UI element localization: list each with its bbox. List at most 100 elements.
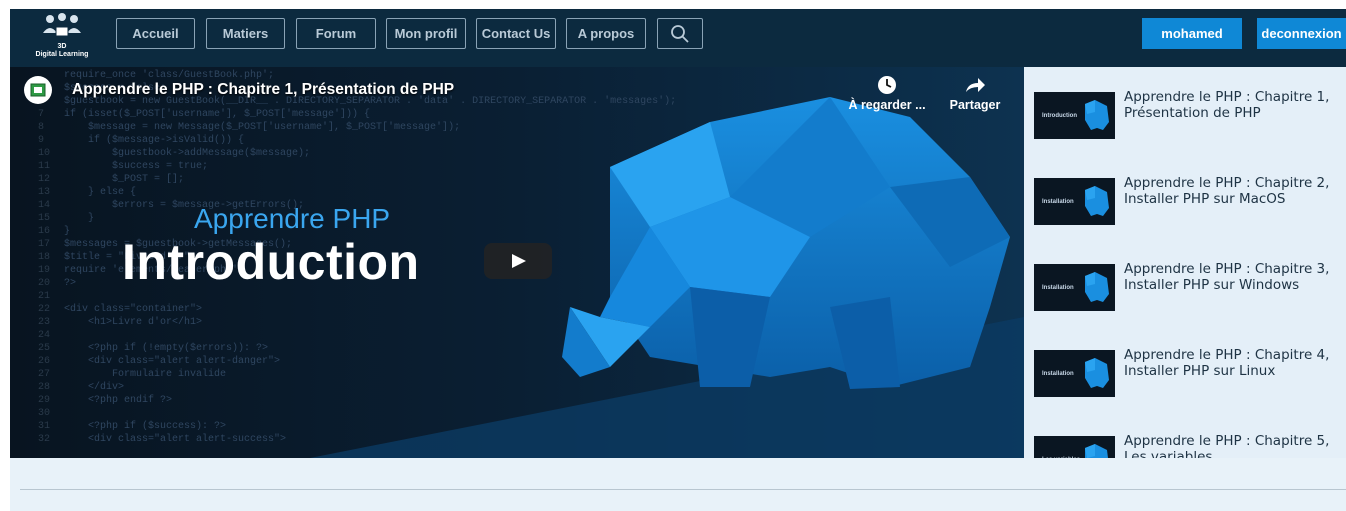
code-line: 7 if (isset($_POST['username'], $_POST['m… [38,108,676,121]
playlist-item-title[interactable]: Apprendre le PHP : Chapitre 4, Installer… [1124,347,1336,379]
nav-matiers[interactable]: Matiers [206,18,285,49]
user-button[interactable]: mohamed [1142,18,1242,49]
elephant-icon [1085,100,1109,130]
playlist-item-title[interactable]: Apprendre le PHP : Chapitre 2, Installer… [1124,175,1336,207]
code-line-text: ?> [64,278,77,289]
code-line-text: <?php if (!empty($errors)): ?> [64,343,269,354]
code-line-text: if ($message->isValid()) { [64,135,245,146]
channel-logo-icon [30,83,46,97]
playlist-item[interactable]: Installation Apprendre le PHP : Chapitre … [1034,261,1344,321]
code-line-number: 32 [38,434,51,445]
code-line-number: 20 [38,278,51,289]
logout-button[interactable]: deconnexion [1257,18,1346,49]
playlist-item[interactable]: Les variables Apprendre le PHP : Chapitre… [1034,433,1344,458]
code-line-text: if (isset($_POST['username'], $_POST['me… [64,109,371,120]
code-line-text: <?php endif ?> [64,395,173,406]
video-title[interactable]: Apprendre le PHP : Chapitre 1, Présentat… [72,81,454,99]
nav-mon-profil[interactable]: Mon profil [386,18,466,49]
code-line: 28 </div> [38,381,676,394]
code-line-text: $_POST = []; [64,174,185,185]
code-line-text: </div> [64,382,125,393]
code-line-text: <?php if ($success): ?> [64,421,227,432]
nav-forum[interactable]: Forum [296,18,376,49]
code-line-number: 10 [38,148,51,159]
code-line-number: 13 [38,187,51,198]
code-line: 23 <h1>Livre d'or</h1> [38,316,676,329]
elephant-icon [1085,272,1109,302]
thumbnail-subtitle: Apprendre PHP [194,203,391,234]
playlist-item-title[interactable]: Apprendre le PHP : Chapitre 5, Les varia… [1124,433,1336,458]
nav-accueil[interactable]: Accueil [116,18,195,49]
watch-later-label: À regarder ... [848,98,926,112]
code-line: 9 if ($message->isValid()) { [38,134,676,147]
site-logo[interactable]: 3D Digital Learning [30,13,94,61]
code-line-number: 31 [38,421,51,432]
share-arrow-icon [966,78,985,92]
code-line: 31 <?php if ($success): ?> [38,420,676,433]
code-line-number: 7 [38,109,45,120]
code-line-text: $success = true; [64,161,209,172]
logo-text-line: 3D [57,43,67,50]
playlist-thumbnail[interactable]: Les variables [1034,436,1115,458]
code-line-number: 22 [38,304,51,315]
code-line: 30 [38,407,676,420]
code-line-text: require_once 'class/GuestBook.php'; [64,70,275,81]
watch-later-button[interactable]: À regarder ... [839,75,935,112]
elephant-icon [1085,186,1109,216]
code-line: 32 <div class="alert alert-success"> [38,433,676,446]
playlist-item[interactable]: Introduction Apprendre le PHP : Chapitre … [1034,89,1344,149]
thumbnail-label: Les variables [1042,457,1080,458]
thumbnail-label: Installation [1042,285,1074,291]
code-line-number: 27 [38,369,51,380]
elephant-icon [1085,358,1109,388]
code-line: 8 $message = new Message($_POST['usernam… [38,121,676,134]
code-line: 26 <div class="alert alert-danger"> [38,355,676,368]
nav-a-propos[interactable]: A propos [566,18,646,49]
play-button[interactable] [484,243,552,279]
thumbnail-label: Installation [1042,199,1074,205]
nav-contact-us[interactable]: Contact Us [476,18,556,49]
playlist-item-title[interactable]: Apprendre le PHP : Chapitre 3, Installer… [1124,261,1336,293]
thumbnail-headline: Introduction [122,234,420,290]
code-line: 12 $_POST = []; [38,173,676,186]
code-line-number: 28 [38,382,51,393]
page: 3D Digital Learning Accueil Matiers Forum… [10,9,1346,511]
code-line-number: 8 [38,122,45,133]
code-line: 24 [38,329,676,342]
code-line-number: 30 [38,408,51,419]
clock-icon [878,76,896,94]
code-line-number: 24 [38,330,51,341]
code-line: 25 <?php if (!empty($errors)): ?> [38,342,676,355]
playlist-thumbnail[interactable]: Installation [1034,264,1115,311]
share-label: Partager [949,98,1001,112]
people-group-icon [43,13,81,37]
playlist-thumbnail[interactable]: Introduction [1034,92,1115,139]
code-line-number: 25 [38,343,51,354]
search-button[interactable] [657,18,703,49]
code-line: 10 $guestbook->addMessage($message); [38,147,676,160]
code-line-number: 23 [38,317,51,328]
elephant-icon [1085,444,1108,458]
playlist-item[interactable]: Installation Apprendre le PHP : Chapitre … [1034,347,1344,407]
thumbnail-label: Installation [1042,371,1074,377]
code-line-number: 16 [38,226,51,237]
playlist-item-title[interactable]: Apprendre le PHP : Chapitre 1, Présentat… [1124,89,1336,121]
code-line: 13 } else { [38,186,676,199]
thumbnail-label: Introduction [1042,113,1077,119]
playlist-thumbnail[interactable]: Installation [1034,178,1115,225]
navbar: 3D Digital Learning Accueil Matiers Forum… [10,9,1346,67]
video-player[interactable]: require_once 'class/GuestBook.php'; $succ… [10,67,1024,458]
playlist: Introduction Apprendre le PHP : Chapitre … [1024,67,1346,458]
code-line-number: 14 [38,200,51,211]
playlist-thumbnail[interactable]: Installation [1034,350,1115,397]
logo-text: 3D Digital Learning [30,43,94,59]
code-line: 21 [38,290,676,303]
channel-avatar[interactable] [24,76,52,104]
code-line-text: } [64,226,71,237]
code-line-text: <div class="alert alert-danger"> [64,356,281,367]
playlist-item[interactable]: Installation Apprendre le PHP : Chapitre … [1034,175,1344,235]
code-line-number: 19 [38,265,51,276]
code-line-text: } [64,213,95,224]
share-button[interactable]: Partager [927,75,1023,112]
code-line-text: $message = new Message($_POST['username'… [64,122,461,133]
